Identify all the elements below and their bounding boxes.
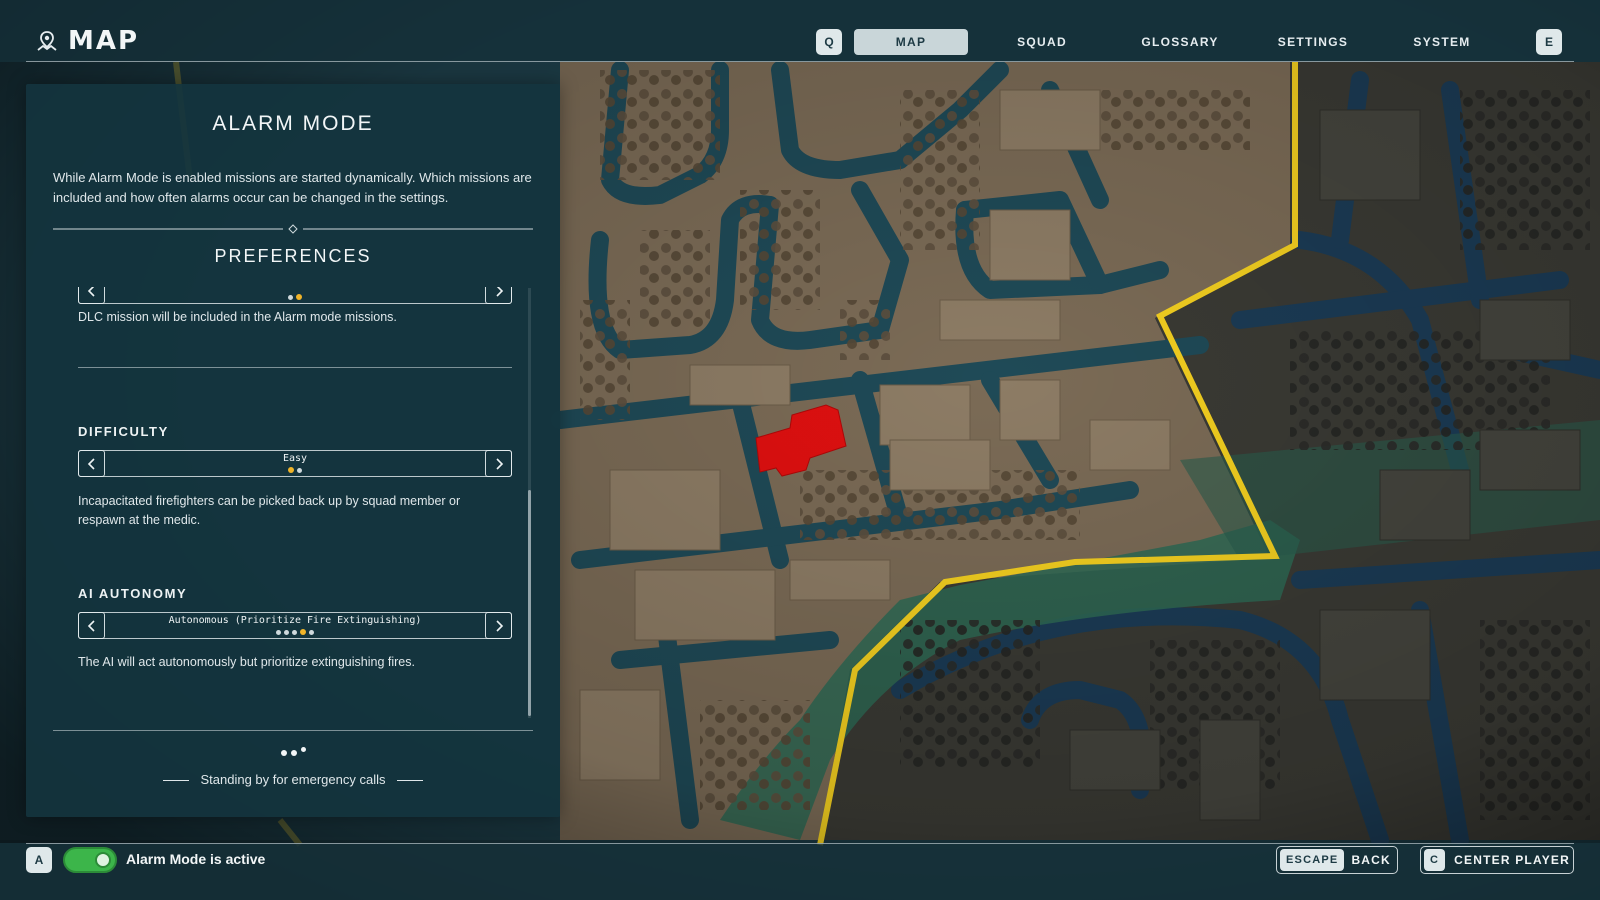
option-dot (276, 630, 281, 635)
difficulty-next-button[interactable] (485, 450, 512, 477)
status-dash-left (162, 780, 189, 782)
difficulty-description: Incapacitated firefighters can be picked… (78, 494, 461, 527)
status-dash-right (397, 780, 424, 782)
center-player-key: C (1424, 849, 1446, 871)
option-dot (297, 468, 302, 473)
alarm-mode-status: Alarm Mode is active (126, 851, 266, 867)
chevron-right-icon (495, 619, 503, 632)
chevron-right-icon (495, 457, 503, 470)
option-dot-active (296, 294, 302, 300)
option-dot (292, 630, 297, 635)
status-loading-dots (26, 747, 560, 756)
tab-system[interactable]: SYSTEM (1392, 29, 1492, 55)
panel-description: While Alarm Mode is enabled missions are… (53, 170, 532, 205)
map-pin-icon (37, 31, 57, 51)
option-separator (78, 367, 512, 368)
difficulty-dots (79, 467, 511, 473)
ai-autonomy-value: Autonomous (Prioritize Fire Extinguishin… (168, 615, 422, 626)
tab-glossary[interactable]: GLOSSARY (1122, 29, 1238, 55)
alarm-mode-panel: ALARM MODE While Alarm Mode is enabled m… (26, 84, 560, 817)
option-dot-active (300, 629, 306, 635)
ornament-divider (53, 224, 533, 234)
scrollbar-thumb[interactable] (528, 490, 531, 716)
panel-title: ALARM MODE (212, 112, 374, 135)
status-line: Standing by for emergency calls (26, 772, 560, 787)
ai-autonomy-selector: Autonomous (Prioritize Fire Extinguishin… (78, 612, 512, 639)
prev-tab-key[interactable]: Q (816, 29, 842, 55)
page-title: MAP (68, 26, 140, 56)
dlc-selector (78, 287, 512, 304)
back-key: ESCAPE (1280, 849, 1345, 871)
ai-autonomy-label: AI AUTONOMY (78, 586, 188, 601)
chevron-right-icon (495, 287, 503, 297)
loading-dot (290, 750, 297, 756)
loading-dot (280, 750, 287, 756)
next-tab-key[interactable]: E (1536, 29, 1562, 55)
preferences-title: PREFERENCES (214, 246, 372, 266)
difficulty-selector: Easy (78, 450, 512, 477)
option-dot (284, 630, 289, 635)
difficulty-value: Easy (282, 453, 308, 464)
status-text: Standing by for emergency calls (200, 772, 386, 787)
back-label: BACK (1351, 853, 1391, 867)
back-button[interactable]: ESCAPE BACK (1276, 846, 1398, 874)
difficulty-label: DIFFICULTY (78, 424, 169, 439)
ai-autonomy-dots (79, 629, 511, 635)
toggle-alarm-key[interactable]: A (26, 847, 52, 873)
center-player-button[interactable]: C CENTER PLAYER (1420, 846, 1574, 874)
dlc-description: DLC mission will be included in the Alar… (78, 310, 397, 324)
preferences-scrollbar[interactable] (528, 288, 531, 718)
option-dot (288, 295, 293, 300)
option-dot (309, 630, 314, 635)
ai-autonomy-description: The AI will act autonomously but priorit… (78, 655, 415, 669)
preferences-scroll-area[interactable]: DLC mission will be included in the Alar… (78, 287, 538, 717)
panel-bottom-divider (53, 730, 533, 731)
loading-dot (300, 747, 306, 752)
tab-map[interactable]: MAP (854, 29, 968, 55)
dlc-next-button[interactable] (485, 287, 512, 304)
option-dot-active (288, 467, 294, 473)
toggle-knob (95, 852, 111, 868)
tab-settings[interactable]: SETTINGS (1258, 29, 1368, 55)
center-player-label: CENTER PLAYER (1454, 853, 1570, 867)
alarm-mode-toggle[interactable] (63, 847, 117, 873)
bottom-divider (26, 843, 1574, 844)
dlc-dots (79, 294, 511, 300)
title-wrap: MAP (36, 26, 139, 56)
tab-squad[interactable]: SQUAD (994, 29, 1090, 55)
ai-autonomy-next-button[interactable] (485, 612, 512, 639)
